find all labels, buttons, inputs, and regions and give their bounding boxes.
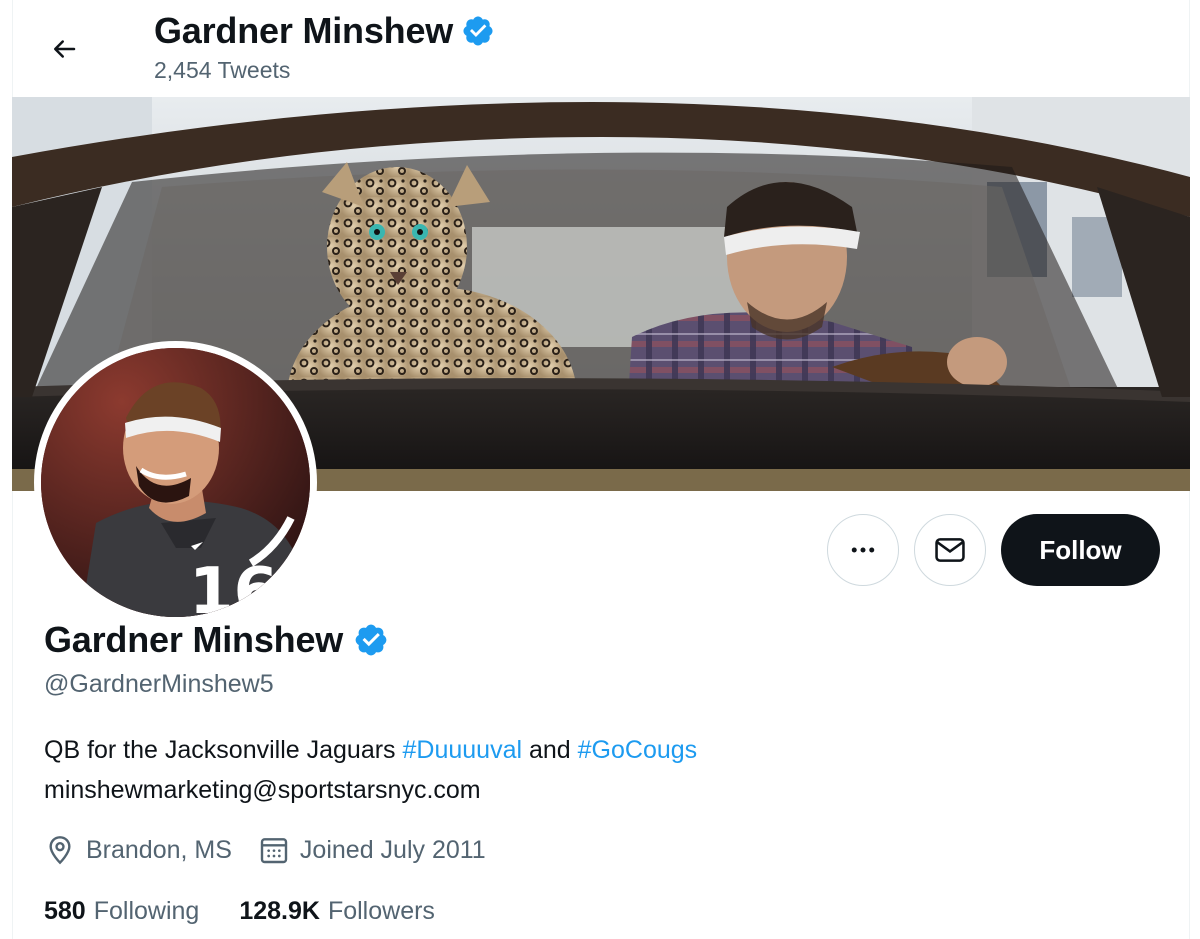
verified-badge-icon[interactable] (353, 622, 389, 658)
profile-name-text: Gardner Minshew (44, 619, 344, 660)
verified-badge-icon (463, 16, 493, 46)
followers-label: Followers (327, 897, 435, 925)
joined-text: Joined July 2011 (299, 836, 486, 864)
more-horizontal-icon (851, 547, 875, 553)
bio-and-text: and (522, 736, 578, 764)
profile-handle: @GardnerMinshew5 (44, 670, 274, 698)
profile-stats: 580 Following 128.9K Followers (44, 891, 475, 931)
followers-count: 128.9K (239, 897, 320, 925)
profile-meta: Brandon, MS Joined July 2011 (44, 830, 512, 870)
bio-email: minshewmarketing@sportstarsnyc.com (44, 776, 481, 804)
message-button[interactable] (914, 514, 986, 586)
hashtag-duuuuval-link[interactable]: #Duuuuval (403, 736, 523, 764)
calendar-icon (260, 838, 288, 864)
profile-bio: QB for the Jacksonville Jaguars #Duuuuva… (44, 730, 697, 810)
bio-line-1: QB for the Jacksonville Jaguars #Duuuuva… (44, 730, 697, 770)
hashtag-gocougs-link[interactable]: #GoCougs (578, 736, 698, 764)
joined-item: Joined July 2011 (258, 830, 486, 870)
follow-button[interactable]: Follow (1001, 514, 1160, 586)
tweet-count: 2,454 Tweets (154, 57, 291, 83)
arrow-left-icon (54, 40, 76, 58)
location-pin-icon (49, 836, 71, 865)
following-link[interactable]: 580 Following (44, 891, 199, 931)
header-title: Gardner Minshew (154, 10, 495, 52)
avatar-image: 16 (41, 348, 310, 617)
following-label: Following (93, 897, 200, 925)
bio-text: QB for the Jacksonville Jaguars (44, 736, 403, 764)
header-name-text: Gardner Minshew (154, 10, 454, 51)
profile-header: Gardner Minshew 2,454 Tweets (0, 0, 1200, 96)
location-text: Brandon, MS (86, 836, 232, 864)
followers-link[interactable]: 128.9K Followers (239, 891, 435, 931)
envelope-icon (935, 538, 965, 562)
profile-name: Gardner Minshew (44, 618, 389, 662)
more-options-button[interactable] (827, 514, 899, 586)
back-button[interactable] (40, 25, 88, 73)
avatar[interactable]: 16 (34, 341, 317, 624)
following-count: 580 (44, 897, 86, 925)
location-item: Brandon, MS (44, 830, 232, 870)
